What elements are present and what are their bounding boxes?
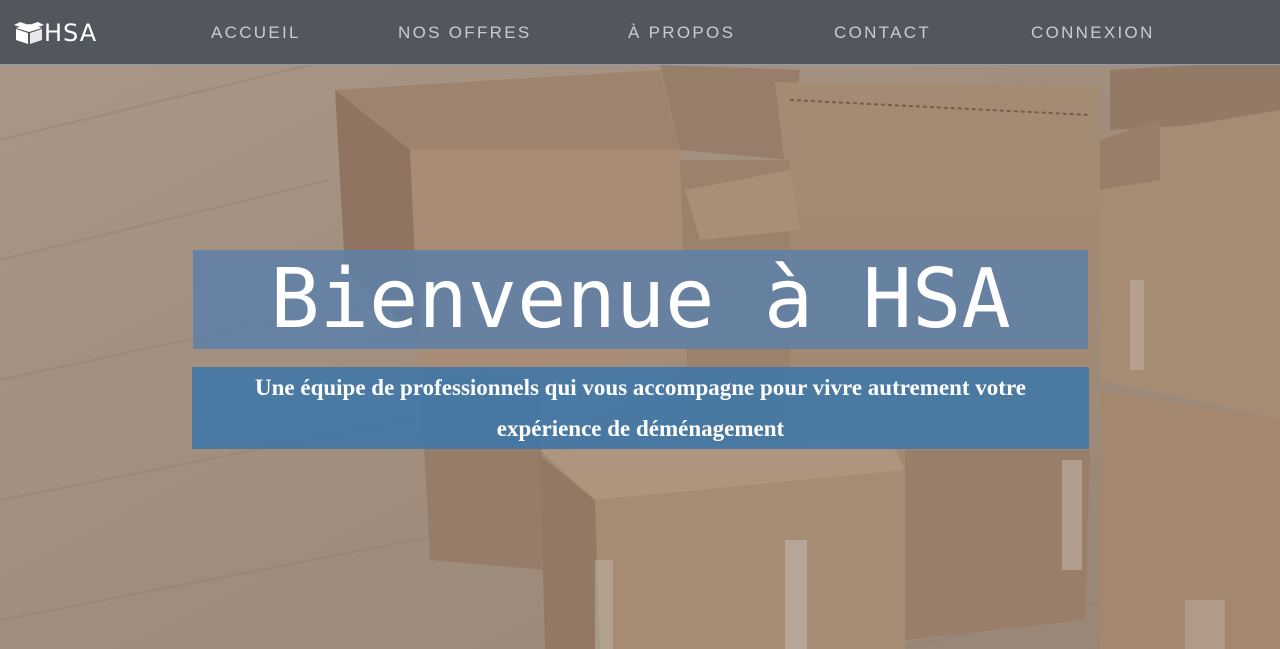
hero-title: Bienvenue à HSA [193, 250, 1088, 349]
nav-item-accueil[interactable]: ACCUEIL [211, 22, 301, 44]
navbar: HSA ACCUEIL NOS OFFRES À PROPOS CONTACT … [0, 0, 1280, 65]
nav-item-nos-offres[interactable]: NOS OFFRES [398, 22, 532, 44]
nav-item-connexion[interactable]: CONNEXION [1031, 22, 1155, 44]
nav-item-contact[interactable]: CONTACT [834, 22, 931, 44]
nav-item-a-propos[interactable]: À PROPOS [628, 22, 735, 44]
logo-text: HSA [44, 19, 98, 47]
page: HSA ACCUEIL NOS OFFRES À PROPOS CONTACT … [0, 0, 1280, 649]
box-icon [14, 21, 44, 45]
hero-subtitle: Une équipe de professionnels qui vous ac… [192, 367, 1089, 449]
logo-link[interactable]: HSA [14, 18, 97, 48]
